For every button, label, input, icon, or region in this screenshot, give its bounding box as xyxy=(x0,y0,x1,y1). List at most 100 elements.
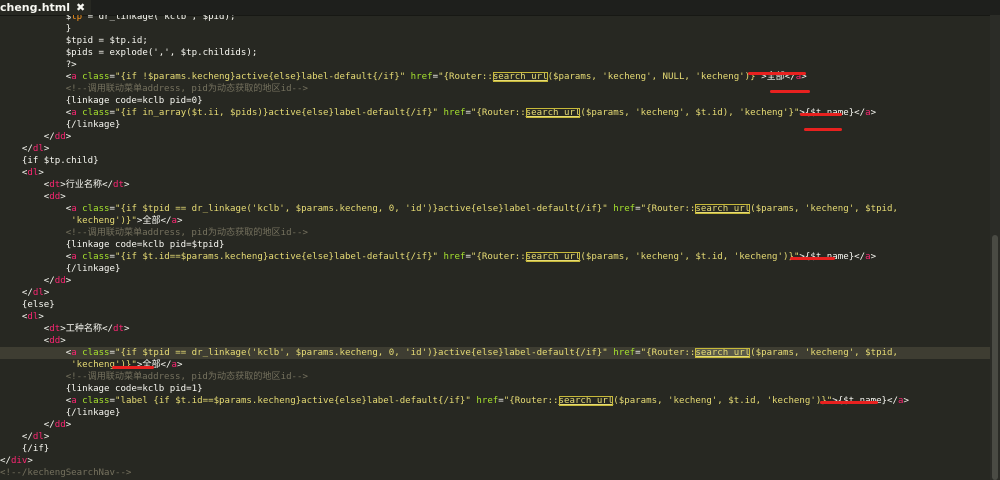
code-token: "{if $t.id==$params.kecheng}active{else}… xyxy=(115,252,439,262)
code-line[interactable]: <a class="{if !$params.kecheng}active{el… xyxy=(0,71,807,83)
code-line[interactable]: 'kecheng')}">全部</a> xyxy=(0,359,182,371)
code-token: "{if in_array($t.ii, $pids)}active{else}… xyxy=(115,108,439,118)
code-token: "{Router:: xyxy=(438,72,493,82)
code-line[interactable]: </dl> xyxy=(0,431,49,443)
red-underline-annotation xyxy=(112,366,154,369)
code-line[interactable]: <!--调用联动菜单address, pid为动态获取的地区id--> xyxy=(0,83,308,95)
code-token: {if $tp.child} xyxy=(0,156,99,166)
code-line[interactable]: {/if} xyxy=(0,443,49,455)
code-line[interactable]: 'kecheng')}">全部</a> xyxy=(0,215,182,227)
code-token: {linkage code=kclb pid=0} xyxy=(0,96,203,106)
code-line[interactable]: <a class="{if $tpid == dr_linkage('kclb'… xyxy=(0,347,990,359)
code-line[interactable]: $pids = explode(',', $tp.childids); xyxy=(0,47,258,59)
code-line[interactable]: <!--调用联动菜单address, pid为动态获取的地区id--> xyxy=(0,227,308,239)
code-token: <!--调用联动菜单address, pid为动态获取的地区id--> xyxy=(0,372,308,382)
code-line[interactable]: <a class="{if $tpid == dr_linkage('kclb'… xyxy=(0,203,898,215)
code-line[interactable]: <dl> xyxy=(0,311,44,323)
code-token: >工种名称</ xyxy=(60,324,114,334)
code-token: } xyxy=(0,24,72,34)
tab-title[interactable]: cheng.html xyxy=(0,1,70,14)
code-token: href xyxy=(443,108,466,118)
search-url-highlight: search_url xyxy=(525,252,581,262)
code-line[interactable]: <dt>行业名称</dt> xyxy=(0,179,130,191)
code-token: >行业名称</ xyxy=(60,180,114,190)
file-tab[interactable]: cheng.html ✖ xyxy=(0,0,92,15)
code-line[interactable]: {else} xyxy=(0,299,55,311)
code-token: dl xyxy=(32,432,44,442)
code-token: dd xyxy=(49,336,61,346)
code-line[interactable]: ?> xyxy=(0,59,77,71)
code-token: </ xyxy=(0,276,55,286)
code-token: < xyxy=(0,180,50,190)
code-token: dl xyxy=(32,144,44,154)
code-token: "{Router:: xyxy=(470,108,526,118)
code-token: {/linkage} xyxy=(0,408,121,418)
code-token: href xyxy=(476,396,499,406)
code-line[interactable]: {linkage code=kclb pid=0} xyxy=(0,95,203,107)
search-url-highlight: search_url xyxy=(558,396,614,406)
code-token: class xyxy=(82,396,110,406)
code-token: < xyxy=(0,396,72,406)
code-token: "{if $tpid == dr_linkage('kclb', $params… xyxy=(115,348,608,358)
code-token: tp xyxy=(71,15,83,22)
code-line[interactable]: </dd> xyxy=(0,419,71,431)
code-line[interactable]: </dd> xyxy=(0,131,71,143)
close-icon[interactable]: ✖ xyxy=(76,1,85,14)
code-token: class xyxy=(82,252,110,262)
code-token: < xyxy=(0,192,50,202)
code-line[interactable]: <dt>工种名称</dt> xyxy=(0,323,130,335)
scrollbar-thumb[interactable] xyxy=(992,235,998,480)
code-line[interactable]: $tpid = $tp.id; xyxy=(0,35,148,47)
code-token: href xyxy=(443,252,466,262)
code-line[interactable]: {linkage code=kclb pid=1} xyxy=(0,383,203,395)
code-line[interactable]: {linkage code=kclb pid=$tpid} xyxy=(0,239,225,251)
code-token: </ xyxy=(0,456,11,466)
code-line[interactable]: {/linkage} xyxy=(0,407,121,419)
red-underline-annotation xyxy=(804,128,842,131)
code-line[interactable]: <dl> xyxy=(0,167,44,179)
code-line[interactable]: <!--/kechengSearchNav--> xyxy=(0,467,131,479)
vertical-scrollbar[interactable] xyxy=(990,15,1000,480)
code-token: > xyxy=(43,432,50,442)
code-token: dt xyxy=(49,324,61,334)
code-token: > xyxy=(65,276,72,286)
code-line[interactable]: </div> xyxy=(0,455,33,467)
code-token: {else} xyxy=(0,300,55,310)
code-line[interactable]: <dd> xyxy=(0,335,66,347)
code-token: > xyxy=(870,108,877,118)
code-line[interactable]: <a class="label {if $t.id==$params.keche… xyxy=(0,395,909,407)
code-token: < xyxy=(0,204,72,214)
code-line[interactable]: </dl> xyxy=(0,287,49,299)
code-token: "{Router:: xyxy=(470,252,526,262)
code-line[interactable]: {if $tp.child} xyxy=(0,155,99,167)
code-token: class xyxy=(82,348,110,358)
code-line[interactable]: } xyxy=(0,23,72,35)
code-token: </ xyxy=(0,420,55,430)
code-token: > xyxy=(176,360,183,370)
code-token: < xyxy=(0,72,72,82)
code-line[interactable]: {/linkage} xyxy=(0,119,121,131)
code-token: {linkage code=kclb pid=1} xyxy=(0,384,203,394)
code-line[interactable]: {/linkage} xyxy=(0,263,121,275)
code-token: "label {if $t.id==$params.kecheng}active… xyxy=(115,396,471,406)
code-token: "{if !$params.kecheng}active{else}label-… xyxy=(115,72,406,82)
code-token: href xyxy=(613,204,636,214)
code-line[interactable]: <dd> xyxy=(0,191,66,203)
code-line[interactable]: </dl> xyxy=(0,143,49,155)
code-line[interactable]: <a class="{if $t.id==$params.kecheng}act… xyxy=(0,251,876,263)
code-token: div xyxy=(10,456,28,466)
code-token: > xyxy=(43,144,50,154)
code-line[interactable]: <a class="{if in_array($t.ii, $pids)}act… xyxy=(0,107,876,119)
code-token: dl xyxy=(32,288,44,298)
code-token: ($params, 'kecheng', $tpid, xyxy=(750,348,898,358)
code-token: </ xyxy=(0,432,33,442)
code-editor[interactable]: $tp = dr_linkage('kclb', $pid); } $tpid … xyxy=(0,15,990,480)
code-token: < xyxy=(0,312,28,322)
code-token: < xyxy=(0,348,72,358)
red-underline-annotation xyxy=(800,113,842,116)
code-line[interactable]: </dd> xyxy=(0,275,71,287)
code-line[interactable]: <!--调用联动菜单address, pid为动态获取的地区id--> xyxy=(0,371,308,383)
code-line[interactable]: $tp = dr_linkage('kclb', $pid); xyxy=(0,15,236,23)
code-token: </ xyxy=(0,288,33,298)
red-underline-annotation xyxy=(748,72,806,75)
